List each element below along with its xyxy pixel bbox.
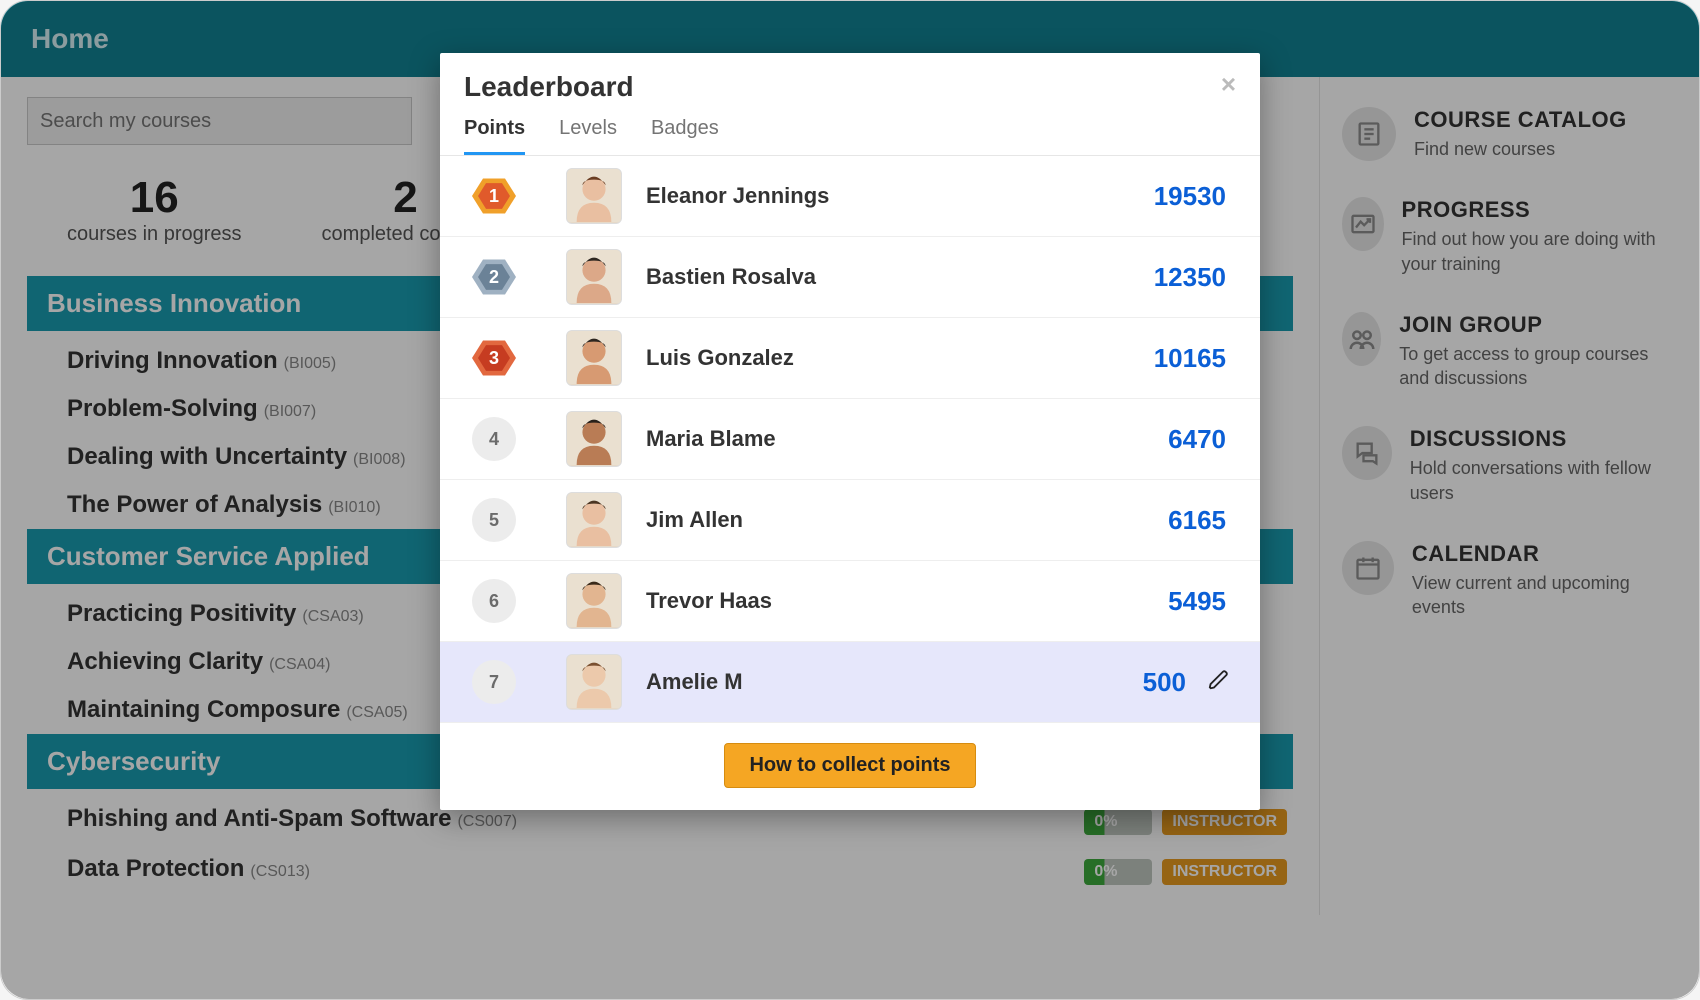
leaderboard-points: 500	[1143, 667, 1186, 698]
avatar	[566, 330, 622, 386]
avatar	[566, 573, 622, 629]
leaderboard-name: Bastien Rosalva	[646, 264, 1136, 290]
avatar	[566, 168, 622, 224]
leaderboard-points: 10165	[1154, 343, 1226, 374]
leaderboard-list[interactable]: 1 Eleanor Jennings 19530 2 Bastien Rosalva 12…	[440, 156, 1260, 723]
rank-medal-icon: 1	[470, 172, 518, 220]
leaderboard-row[interactable]: 7 Amelie M 500	[440, 642, 1260, 723]
rank-number: 7	[470, 658, 518, 706]
leaderboard-name: Eleanor Jennings	[646, 183, 1136, 209]
tab-levels[interactable]: Levels	[559, 117, 617, 155]
leaderboard-name: Maria Blame	[646, 426, 1150, 452]
rank-number: 5	[470, 496, 518, 544]
avatar	[566, 492, 622, 548]
close-icon[interactable]: ×	[1221, 71, 1236, 97]
leaderboard-points: 19530	[1154, 181, 1226, 212]
leaderboard-row[interactable]: 5 Jim Allen 6165	[440, 480, 1260, 561]
avatar	[566, 411, 622, 467]
rank-medal-icon: 3	[470, 334, 518, 382]
rank-number: 4	[470, 415, 518, 463]
pencil-icon[interactable]	[1208, 669, 1230, 696]
leaderboard-row[interactable]: 1 Eleanor Jennings 19530	[440, 156, 1260, 237]
rank-number: 6	[470, 577, 518, 625]
leaderboard-name: Amelie M	[646, 669, 1125, 695]
leaderboard-points: 12350	[1154, 262, 1226, 293]
tab-points[interactable]: Points	[464, 117, 525, 155]
modal-tabs: Points Levels Badges	[440, 103, 1260, 156]
how-to-collect-points-button[interactable]: How to collect points	[724, 743, 975, 788]
leaderboard-row[interactable]: 2 Bastien Rosalva 12350	[440, 237, 1260, 318]
avatar	[566, 654, 622, 710]
avatar	[566, 249, 622, 305]
leaderboard-points: 6470	[1168, 424, 1226, 455]
leaderboard-row[interactable]: 3 Luis Gonzalez 10165	[440, 318, 1260, 399]
leaderboard-name: Luis Gonzalez	[646, 345, 1136, 371]
leaderboard-points: 6165	[1168, 505, 1226, 536]
leaderboard-name: Trevor Haas	[646, 588, 1150, 614]
rank-medal-icon: 2	[470, 253, 518, 301]
leaderboard-name: Jim Allen	[646, 507, 1150, 533]
leaderboard-row[interactable]: 4 Maria Blame 6470	[440, 399, 1260, 480]
modal-title: Leaderboard	[464, 71, 634, 103]
leaderboard-points: 5495	[1168, 586, 1226, 617]
tab-badges[interactable]: Badges	[651, 117, 719, 155]
leaderboard-modal: Leaderboard × Points Levels Badges 1 Elea…	[440, 53, 1260, 810]
leaderboard-row[interactable]: 6 Trevor Haas 5495	[440, 561, 1260, 642]
app-window: Home 16 courses in progress 2 completed …	[0, 0, 1700, 1000]
